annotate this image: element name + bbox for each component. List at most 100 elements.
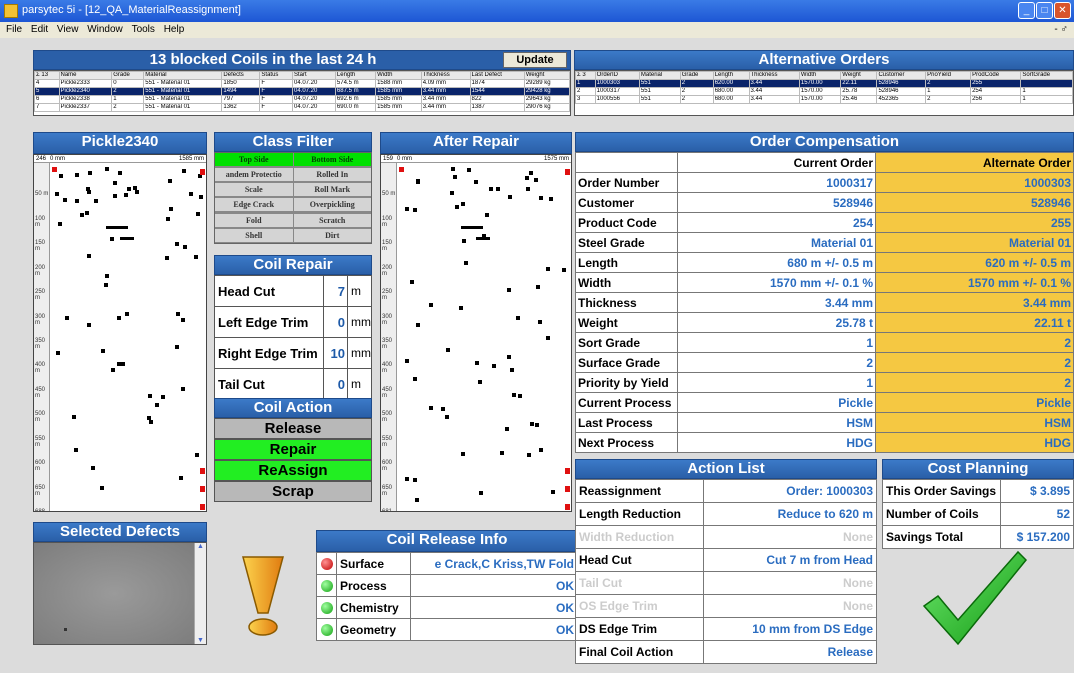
menu-file[interactable]: File xyxy=(6,24,22,35)
defect-marker[interactable] xyxy=(105,167,110,172)
defect-marker[interactable] xyxy=(474,361,479,366)
defect-marker[interactable] xyxy=(512,392,517,397)
coil-repair-value[interactable]: 7 xyxy=(323,275,348,307)
defect-marker[interactable] xyxy=(539,448,544,453)
blocked-col-header[interactable]: Length xyxy=(334,71,377,80)
defect-marker[interactable] xyxy=(73,448,78,453)
defect-marker[interactable] xyxy=(413,208,418,213)
defect-marker[interactable] xyxy=(458,306,463,311)
class-filter-item[interactable]: Rolled In xyxy=(293,168,371,182)
edge-defect-marker[interactable] xyxy=(200,503,205,510)
defect-marker[interactable] xyxy=(155,402,160,407)
coil-action-reassign-button[interactable]: ReAssign xyxy=(214,460,372,481)
defect-marker[interactable] xyxy=(525,176,530,181)
defect-image-viewer[interactable]: ▲ ▼ xyxy=(33,542,207,645)
defect-marker[interactable] xyxy=(445,347,450,352)
coil-repair-value[interactable]: 0 xyxy=(323,368,348,400)
alt-col-header[interactable]: Customer xyxy=(876,71,927,80)
defect-marker[interactable] xyxy=(85,210,90,215)
defect-marker[interactable] xyxy=(148,419,153,424)
edge-defect-marker[interactable] xyxy=(200,486,205,493)
defect-marker[interactable] xyxy=(537,319,542,324)
defect-marker[interactable] xyxy=(193,254,198,259)
class-filter-item[interactable]: Bottom Side xyxy=(293,153,371,166)
defect-marker[interactable] xyxy=(182,245,187,250)
defect-marker[interactable] xyxy=(117,171,122,176)
defect-marker[interactable] xyxy=(195,453,200,458)
defect-marker[interactable] xyxy=(476,236,490,240)
defect-marker[interactable] xyxy=(492,363,497,368)
class-filter-item[interactable]: Top Side xyxy=(215,153,293,166)
alt-col-header[interactable]: ProdCode xyxy=(970,71,1022,80)
class-filter-item[interactable]: Scratch xyxy=(293,213,371,227)
mdi-controls[interactable]: - ♂ xyxy=(1054,24,1068,35)
defect-marker[interactable] xyxy=(526,452,531,457)
defect-marker[interactable] xyxy=(59,173,64,178)
defect-marker[interactable] xyxy=(428,302,433,307)
maximize-button[interactable]: □ xyxy=(1036,2,1053,19)
defect-marker[interactable] xyxy=(460,201,465,206)
menu-view[interactable]: View xyxy=(57,24,79,35)
defect-marker[interactable] xyxy=(461,239,466,244)
defect-marker[interactable] xyxy=(79,212,84,217)
alt-col-header[interactable]: OrderID xyxy=(594,71,640,80)
class-filter-item[interactable]: Fold xyxy=(215,213,293,227)
defect-marker[interactable] xyxy=(86,187,91,192)
defect-marker[interactable] xyxy=(93,198,98,203)
defect-marker[interactable] xyxy=(74,173,79,178)
defect-marker[interactable] xyxy=(112,194,117,199)
defect-marker[interactable] xyxy=(63,197,68,202)
class-filter-item[interactable]: Roll Mark xyxy=(293,183,371,197)
blocked-col-header[interactable]: Material xyxy=(143,71,223,80)
defect-marker[interactable] xyxy=(405,206,410,211)
defect-marker[interactable] xyxy=(460,226,483,230)
update-button[interactable]: Update xyxy=(503,52,567,68)
minimize-button[interactable]: _ xyxy=(1018,2,1035,19)
menu-tools[interactable]: Tools xyxy=(132,24,155,35)
defect-marker[interactable] xyxy=(466,168,471,173)
table-row[interactable]: 4 Pickle2333 0 551 - Material 01 1850 F 04.07.… xyxy=(34,79,570,88)
defect-marker[interactable] xyxy=(146,416,151,421)
defect-marker[interactable] xyxy=(71,414,76,419)
defect-marker[interactable] xyxy=(510,367,515,372)
defect-marker[interactable] xyxy=(65,316,70,321)
blocked-col-header[interactable]: Start xyxy=(292,71,336,80)
menu-edit[interactable]: Edit xyxy=(31,24,48,35)
blocked-col-header[interactable]: Defects xyxy=(221,71,261,80)
defect-marker[interactable] xyxy=(445,414,450,419)
edge-defect-marker[interactable] xyxy=(565,503,570,510)
defect-marker[interactable] xyxy=(180,386,185,391)
defect-marker[interactable] xyxy=(110,237,115,242)
defect-marker[interactable] xyxy=(561,267,566,272)
defect-marker[interactable] xyxy=(428,406,433,411)
defect-marker[interactable] xyxy=(113,181,117,185)
defect-marker[interactable] xyxy=(174,242,179,247)
close-button[interactable]: ✕ xyxy=(1054,2,1071,19)
defect-marker[interactable] xyxy=(75,198,80,203)
alt-col-header[interactable]: Grade xyxy=(679,71,714,80)
blocked-col-header[interactable]: Weight xyxy=(523,71,570,80)
defect-marker[interactable] xyxy=(409,279,414,284)
defect-marker[interactable] xyxy=(518,394,523,399)
defect-marker[interactable] xyxy=(161,395,166,400)
defect-marker[interactable] xyxy=(500,451,505,456)
defect-marker[interactable] xyxy=(413,377,418,382)
defect-marker[interactable] xyxy=(174,345,179,350)
defect-marker[interactable] xyxy=(477,379,482,384)
coil-repair-value[interactable]: 0 xyxy=(323,306,348,338)
defect-marker[interactable] xyxy=(169,207,174,212)
alt-col-header[interactable]: Width xyxy=(798,71,842,80)
edge-defect-marker[interactable] xyxy=(565,468,570,475)
blocked-col-header[interactable]: Name xyxy=(58,71,113,80)
alt-col-header[interactable]: Weight xyxy=(840,71,878,80)
edge-defect-marker[interactable] xyxy=(565,169,570,176)
table-row[interactable]: 2 1000317 551 2 680.00 3.44 1570.00 25.78 528946… xyxy=(575,87,1073,96)
alt-col-header[interactable]: SortGrade xyxy=(1020,71,1073,80)
defect-marker[interactable] xyxy=(120,236,134,240)
defect-marker[interactable] xyxy=(546,266,551,271)
table-row[interactable]: 6 Pickle2338 1 551 - Material 01 797 F 04.07.2… xyxy=(34,95,570,104)
defect-marker[interactable] xyxy=(533,177,538,182)
defect-marker[interactable] xyxy=(529,422,534,427)
alt-col-header[interactable]: Length xyxy=(712,71,750,80)
alt-col-header[interactable]: Material xyxy=(638,71,681,80)
